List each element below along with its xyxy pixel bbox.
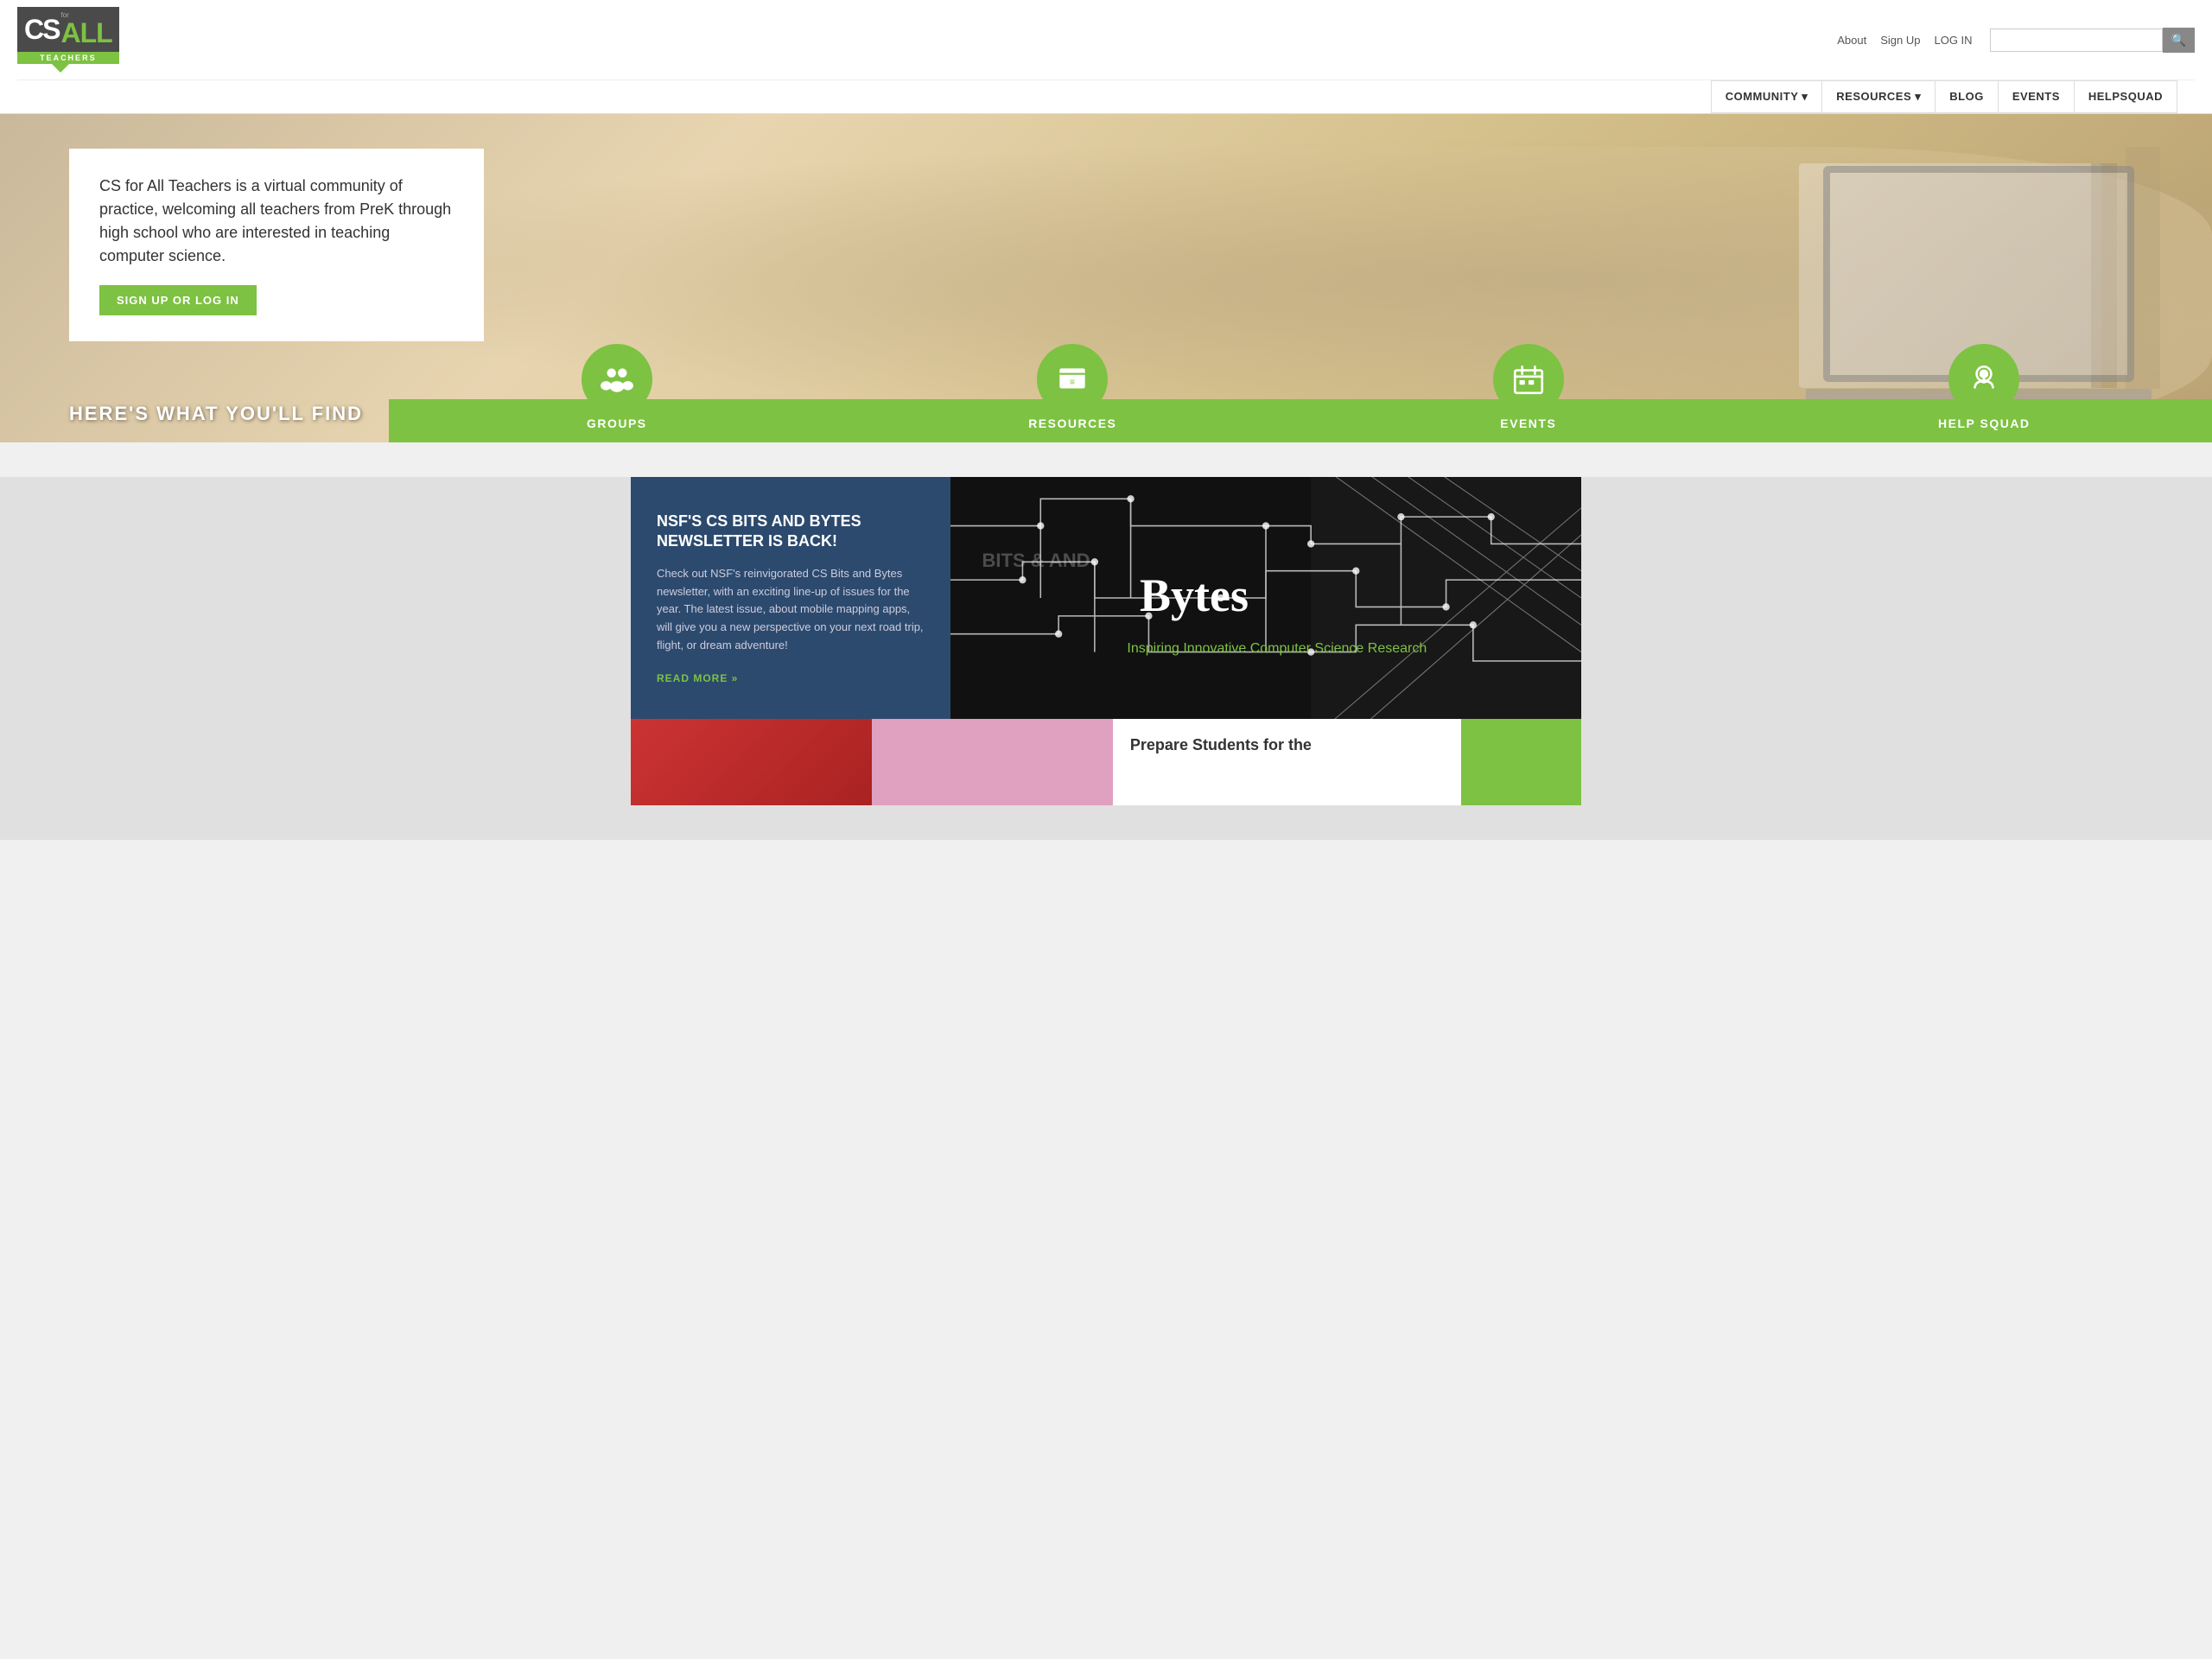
logo-speech-bubble xyxy=(52,64,69,73)
logo-for-all: for ALL xyxy=(60,12,111,47)
nav-resources[interactable]: RESOURCES xyxy=(1821,80,1936,113)
content-section: NSF'S CS BITS AND BYTES NEWSLETTER IS BA… xyxy=(0,477,2212,840)
find-card-helpsquad[interactable]: HELP SQUAD xyxy=(1757,344,2212,442)
bottom-card-2 xyxy=(872,719,1113,805)
bottom-card-1 xyxy=(631,719,872,805)
bottom-card-3: Prepare Students for the xyxy=(1113,719,1461,805)
signup-login-button[interactable]: SIGN UP OR LOG IN xyxy=(99,285,257,315)
resources-icon: ≡ xyxy=(1054,361,1090,397)
nav-blog[interactable]: BLOG xyxy=(1935,80,1999,113)
circuit-board-svg xyxy=(950,477,1581,719)
featured-right: Bytes Inspiring Innovative Computer Scie… xyxy=(950,477,1581,719)
helpsquad-icon xyxy=(1966,361,2002,397)
bottom-card-4 xyxy=(1461,719,1581,805)
featured-left: NSF'S CS BITS AND BYTES NEWSLETTER IS BA… xyxy=(631,477,950,719)
bytes-text: Bytes xyxy=(1140,569,1249,622)
hero-content: CS for All Teachers is a virtual communi… xyxy=(0,114,518,359)
find-card-groups[interactable]: GROUPS xyxy=(389,344,845,442)
events-icon xyxy=(1510,361,1547,397)
header-links: About Sign Up LOG IN xyxy=(1837,34,1972,47)
cs-research-text: Inspiring Innovative Computer Science Re… xyxy=(1127,641,1427,657)
find-card-resources[interactable]: ≡ RESOURCES xyxy=(845,344,1301,442)
logo-main: CS for ALL xyxy=(17,7,119,52)
search-button[interactable]: 🔍 xyxy=(2163,28,2195,53)
logo[interactable]: CS for ALL TEACHERS xyxy=(17,7,119,73)
featured-title: NSF'S CS BITS AND BYTES NEWSLETTER IS BA… xyxy=(657,512,925,552)
header-top: CS for ALL TEACHERS About Sign Up LOG IN… xyxy=(17,0,2195,79)
logo-cs: CS xyxy=(24,14,59,46)
logo-teachers: TEACHERS xyxy=(17,52,119,64)
nav-helpsquad[interactable]: HELPSQUAD xyxy=(2074,80,2177,113)
helpsquad-icon-circle xyxy=(1948,344,2019,415)
signup-link[interactable]: Sign Up xyxy=(1880,34,1920,47)
logo-all: ALL xyxy=(60,19,111,47)
events-icon-circle xyxy=(1493,344,1564,415)
find-card-events[interactable]: EVENTS xyxy=(1300,344,1757,442)
find-cards: GROUPS ≡ RESOURCES xyxy=(389,344,2212,442)
nav-community[interactable]: COMMUNITY xyxy=(1711,80,1823,113)
nav-events[interactable]: EVENTS xyxy=(1998,80,2075,113)
svg-text:≡: ≡ xyxy=(1070,377,1075,387)
header-right: About Sign Up LOG IN 🔍 xyxy=(1837,28,2195,53)
groups-icon xyxy=(599,361,635,397)
hero-section: CS for All Teachers is a virtual communi… xyxy=(0,114,2212,442)
resources-icon-circle: ≡ xyxy=(1037,344,1108,415)
hero-card: CS for All Teachers is a virtual communi… xyxy=(69,149,484,341)
find-section: HERE'S WHAT YOU'LL FIND GROUPS xyxy=(0,344,2212,442)
find-title: HERE'S WHAT YOU'LL FIND xyxy=(69,403,363,442)
search-bar: 🔍 xyxy=(1990,28,2195,53)
bottom-cards-row: Prepare Students for the xyxy=(631,719,1581,805)
groups-icon-circle xyxy=(582,344,652,415)
about-link[interactable]: About xyxy=(1837,34,1866,47)
bottom-card-3-title: Prepare Students for the xyxy=(1130,736,1444,754)
featured-card: NSF'S CS BITS AND BYTES NEWSLETTER IS BA… xyxy=(631,477,1581,719)
featured-body: Check out NSF's reinvigorated CS Bits an… xyxy=(657,565,925,655)
hero-description: CS for All Teachers is a virtual communi… xyxy=(99,175,454,268)
read-more-link[interactable]: READ MORE » xyxy=(657,672,925,684)
header: CS for ALL TEACHERS About Sign Up LOG IN… xyxy=(0,0,2212,114)
search-input[interactable] xyxy=(1990,29,2163,52)
bits-text: Bits & AND xyxy=(982,550,1090,572)
login-link[interactable]: LOG IN xyxy=(1934,34,1972,47)
nav-bar: COMMUNITY RESOURCES BLOG EVENTS HELPSQUA… xyxy=(17,79,2195,113)
